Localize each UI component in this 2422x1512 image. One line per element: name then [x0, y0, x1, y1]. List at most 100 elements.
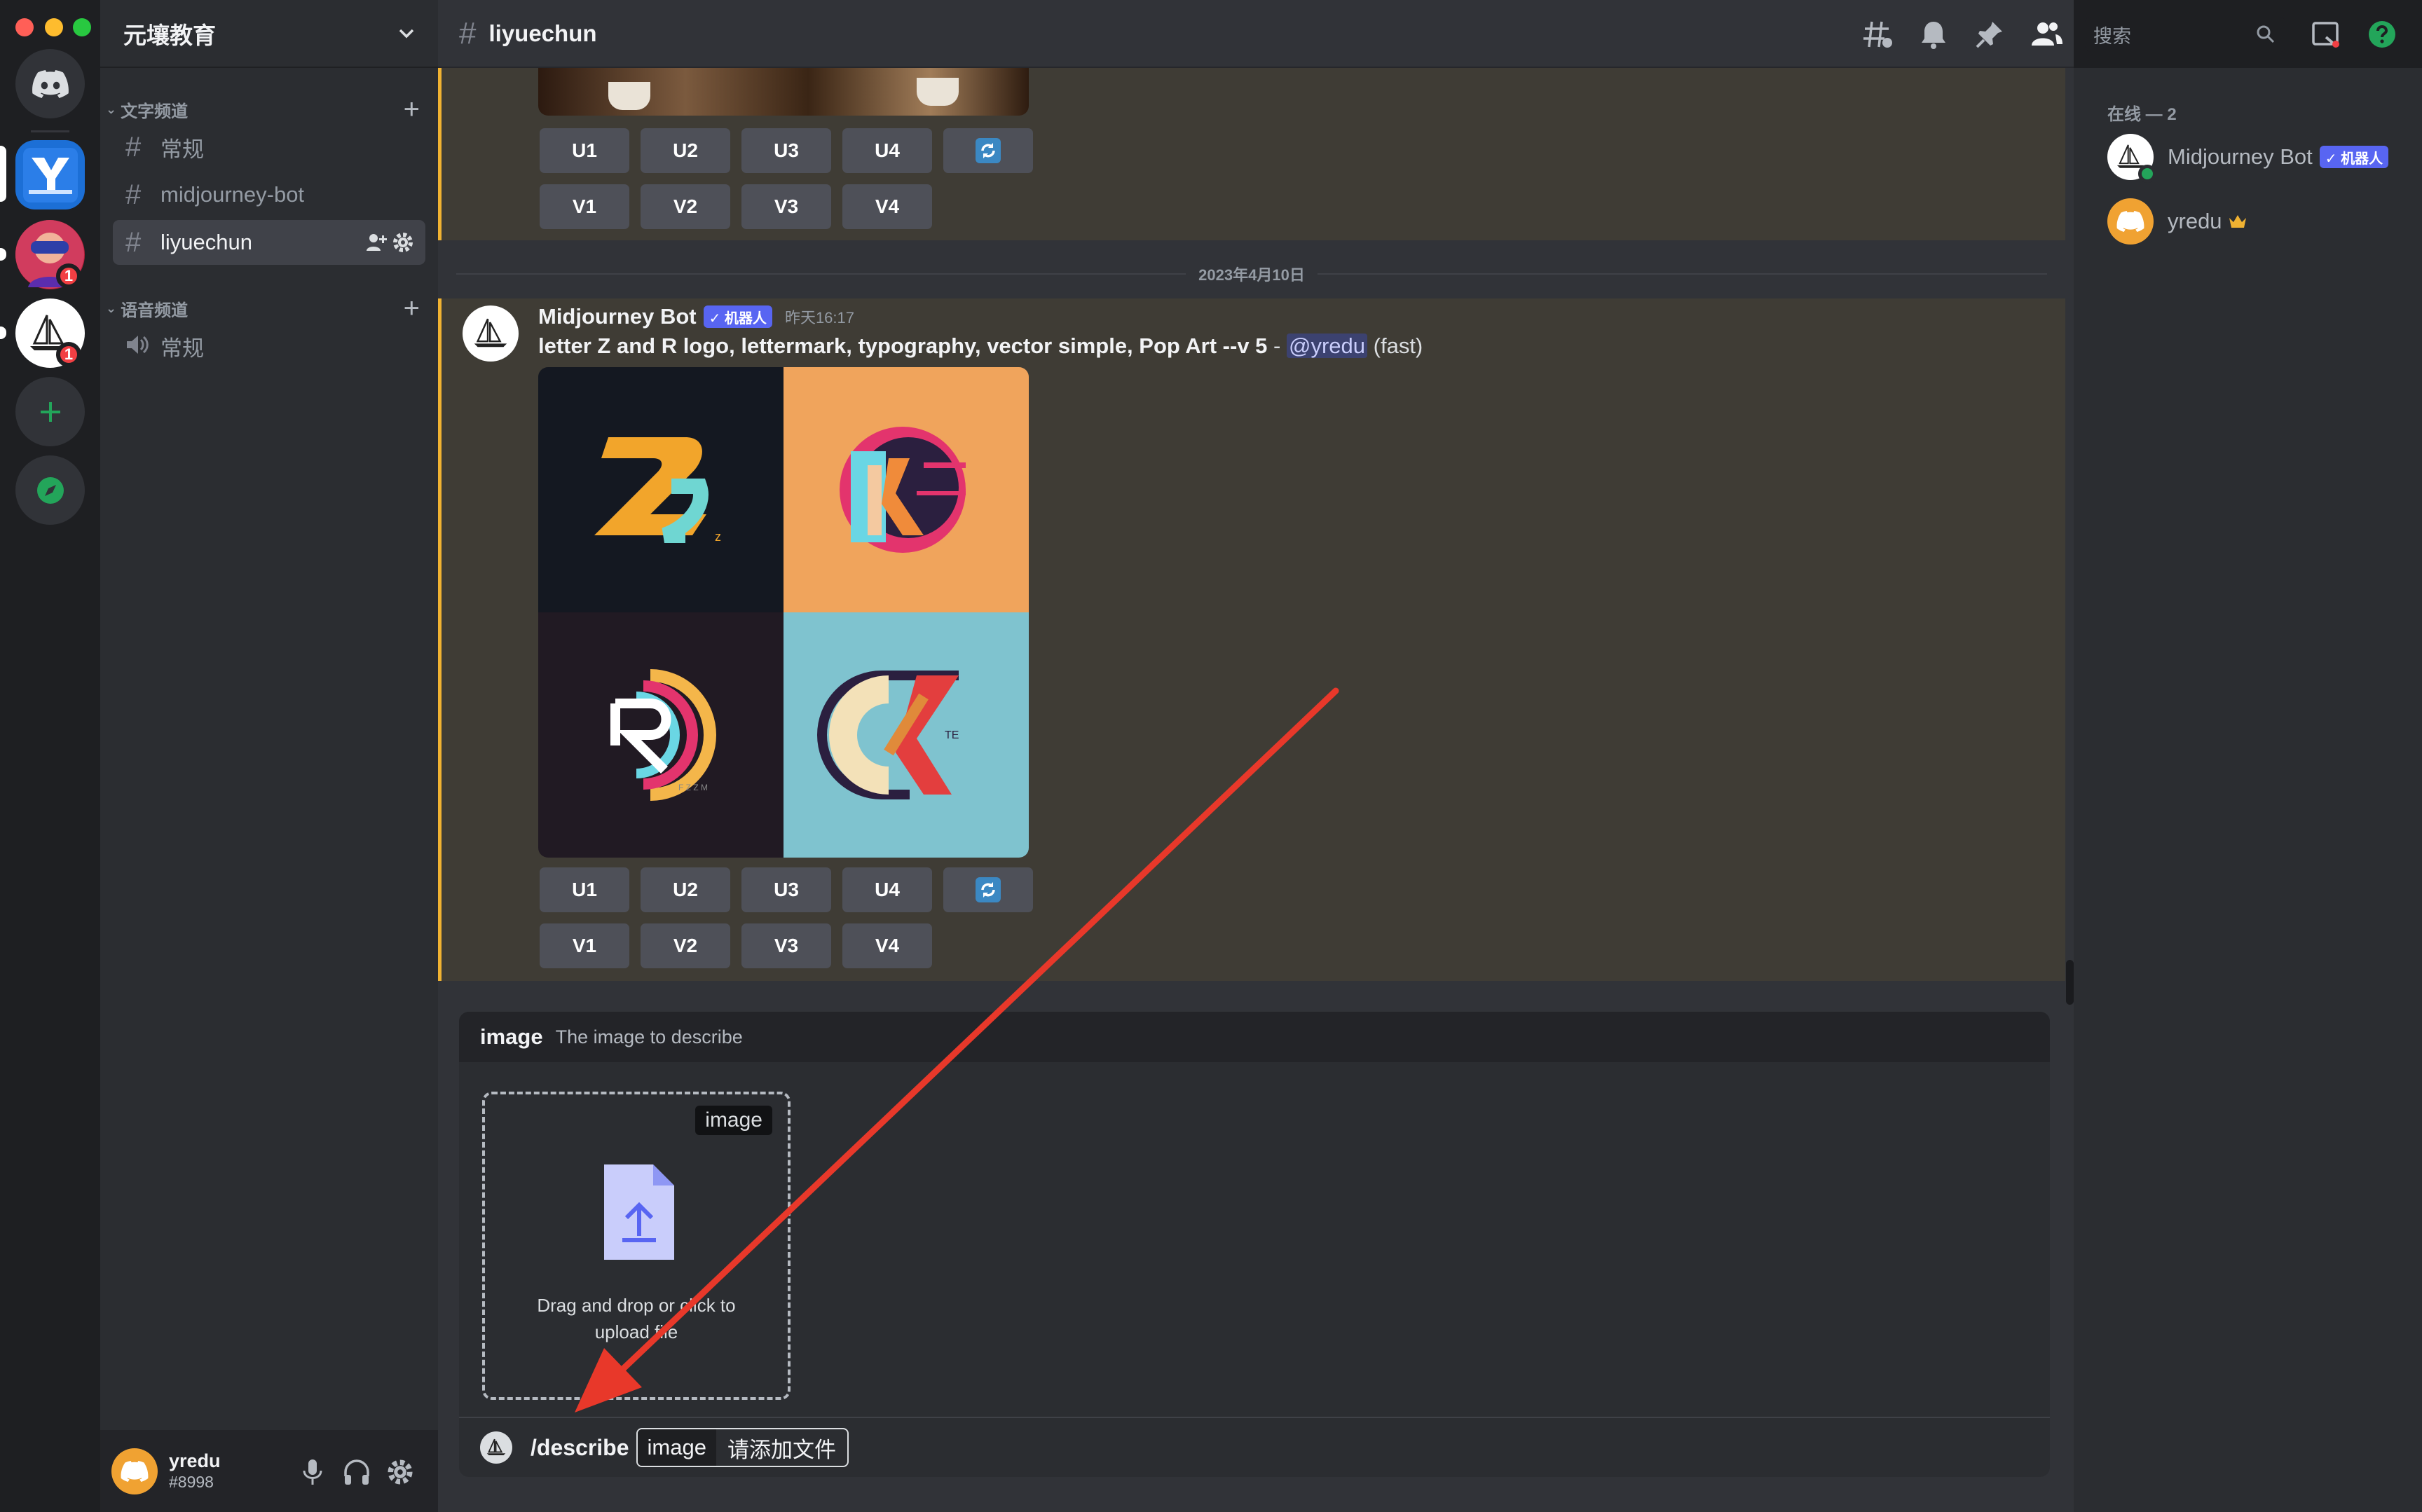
- chevron-down-icon: ⌄: [106, 102, 117, 116]
- window-minimize-button[interactable]: [45, 18, 63, 36]
- variation-1-button[interactable]: V1: [540, 184, 629, 229]
- variation-4-button[interactable]: V4: [842, 923, 932, 968]
- bot-tag: ✓ 机器人: [703, 305, 772, 328]
- headphones-icon[interactable]: [343, 1458, 371, 1490]
- variation-3-button[interactable]: V3: [741, 923, 831, 968]
- image-tile-2[interactable]: [784, 367, 1029, 612]
- chevron-down-icon: ⌄: [106, 301, 117, 315]
- variation-3-button[interactable]: V3: [741, 184, 831, 229]
- upscale-2-button[interactable]: U2: [641, 128, 730, 173]
- bot-avatar[interactable]: [463, 305, 519, 362]
- reroll-button[interactable]: [943, 128, 1033, 173]
- bell-icon[interactable]: [1918, 19, 1949, 50]
- yuanrang-logo-icon: [22, 147, 78, 202]
- dropzone-tag: image: [695, 1106, 772, 1135]
- refresh-icon: [976, 138, 1001, 163]
- midjourney-server-badge: 1: [56, 342, 81, 367]
- image-dropzone[interactable]: image Drag and drop or click to upload f…: [482, 1092, 791, 1400]
- threads-icon[interactable]: [1862, 19, 1893, 50]
- channel-title: liyuechun: [488, 20, 597, 46]
- channel-topbar: # liyuechun 搜索: [438, 0, 2395, 68]
- svg-text:TE: TE: [945, 729, 959, 741]
- reroll-button[interactable]: [943, 867, 1033, 912]
- variation-1-button[interactable]: V1: [540, 923, 629, 968]
- date-divider-text: 2023年4月10日: [1198, 266, 1305, 284]
- variation-2-button[interactable]: V2: [641, 923, 730, 968]
- microphone-icon[interactable]: [301, 1458, 324, 1490]
- online-status-icon: [2138, 165, 2156, 183]
- search-box[interactable]: 搜索: [2085, 17, 2285, 52]
- channel-general[interactable]: # 常规: [113, 125, 425, 170]
- create-channel-plus-icon[interactable]: +: [404, 293, 420, 324]
- option-description: The image to describe: [555, 1026, 743, 1047]
- crown-icon: [2229, 215, 2246, 228]
- variation-4-button[interactable]: V4: [842, 184, 932, 229]
- search-icon: [2257, 25, 2275, 43]
- direct-messages-button[interactable]: [15, 49, 85, 118]
- upscale-4-button[interactable]: U4: [842, 128, 932, 173]
- logo-ck-image: TE: [817, 671, 959, 799]
- file-upload-icon: [604, 1164, 674, 1260]
- prompt-separator: -: [1267, 334, 1287, 358]
- inbox-icon[interactable]: [2311, 19, 2341, 50]
- discord-logo-icon: [121, 1460, 149, 1482]
- image-tile-4[interactable]: TE: [784, 612, 1029, 858]
- pin-icon[interactable]: [1974, 19, 2005, 50]
- vr-server-badge: 1: [56, 263, 81, 289]
- image-grid[interactable]: z F Z Z M TE: [538, 367, 1029, 858]
- channel-midjourney-bot[interactable]: # midjourney-bot: [113, 172, 425, 217]
- member-list-icon[interactable]: [2030, 19, 2062, 50]
- explore-servers-button[interactable]: [15, 455, 85, 525]
- author-name[interactable]: Midjourney Bot: [538, 304, 697, 329]
- gear-icon[interactable]: [392, 231, 414, 259]
- username: yredu: [169, 1450, 221, 1471]
- channel-label: 常规: [160, 137, 204, 162]
- upscale-3-button[interactable]: U3: [741, 128, 831, 173]
- user-info[interactable]: yredu #8998: [169, 1450, 221, 1492]
- upscale-4-button[interactable]: U4: [842, 867, 932, 912]
- logo-r-image: F Z Z M: [610, 669, 716, 801]
- server-yuanrang[interactable]: [15, 140, 85, 209]
- member-list-heading: 在线 — 2: [2107, 105, 2177, 124]
- member-name: yredu: [2168, 209, 2222, 233]
- create-channel-plus-icon[interactable]: +: [404, 94, 420, 125]
- scrollbar-thumb[interactable]: [2066, 960, 2074, 1005]
- server-rail: 1 1: [0, 0, 100, 1512]
- svg-text:F Z Z M: F Z Z M: [678, 783, 708, 792]
- coffee-cup: [917, 78, 959, 106]
- option-name: image: [480, 1024, 543, 1049]
- help-icon[interactable]: [2367, 19, 2397, 50]
- channel-liyuechun[interactable]: # liyuechun: [113, 220, 425, 265]
- window-zoom-button[interactable]: [73, 18, 91, 36]
- text-channels-category[interactable]: ⌄ 文字频道 +: [106, 94, 420, 125]
- add-server-button[interactable]: [15, 377, 85, 446]
- timestamp: 昨天16:17: [784, 309, 854, 327]
- upscale-1-button[interactable]: U1: [540, 867, 629, 912]
- upscale-3-button[interactable]: U3: [741, 867, 831, 912]
- member-avatar: [2107, 198, 2154, 245]
- midjourney-boat-icon: [486, 1438, 506, 1455]
- date-divider: 2023年4月10日: [456, 263, 2047, 285]
- guild-header[interactable]: 元壤教育: [100, 0, 438, 68]
- variation-2-button[interactable]: V2: [641, 184, 730, 229]
- member-yredu[interactable]: yredu: [2107, 198, 2247, 245]
- message-composer[interactable]: /describe image 请添加文件: [459, 1417, 2050, 1477]
- unread-pill: [0, 248, 6, 261]
- member-midjourney-bot[interactable]: Midjourney Bot ✓ 机器人: [2107, 134, 2389, 183]
- user-settings-gear-icon[interactable]: [386, 1458, 414, 1490]
- upscale-1-button[interactable]: U1: [540, 128, 629, 173]
- user-avatar[interactable]: [111, 1448, 158, 1494]
- voice-channels-category[interactable]: ⌄ 语音频道 +: [106, 293, 420, 324]
- voice-channel-general[interactable]: 常规: [113, 324, 425, 369]
- user-mention[interactable]: @yredu: [1287, 334, 1368, 358]
- selected-server-pill: [0, 146, 6, 202]
- member-list: 在线 — 2 Midjourney Bot ✓ 机器人 yredu: [2074, 68, 2422, 1512]
- invite-member-icon[interactable]: [365, 231, 388, 259]
- option-chip[interactable]: image 请添加文件: [636, 1428, 849, 1467]
- image-tile-1[interactable]: z: [538, 367, 784, 612]
- window-close-button[interactable]: [15, 18, 34, 36]
- upscale-2-button[interactable]: U2: [641, 867, 730, 912]
- coffee-cup: [608, 82, 650, 110]
- image-tile-3[interactable]: F Z Z M: [538, 612, 784, 858]
- prompt-text: letter Z and R logo, lettermark, typogra…: [538, 334, 1268, 358]
